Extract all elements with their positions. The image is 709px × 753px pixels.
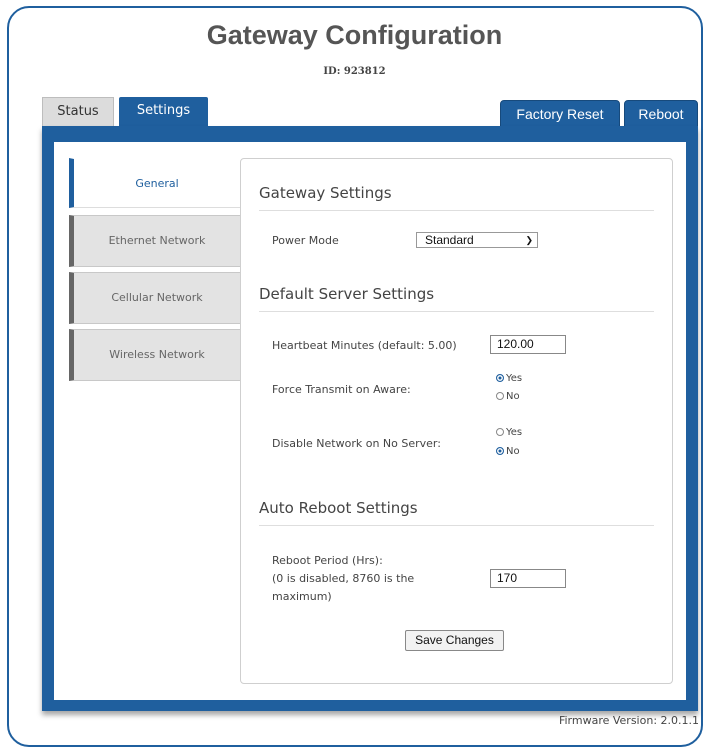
heartbeat-input[interactable]: 120.00	[490, 335, 566, 354]
reboot-period-label-line2: (0 is disabled, 8760 is the	[272, 572, 415, 585]
reboot-button[interactable]: Reboot	[624, 100, 698, 127]
power-mode-value: Standard	[425, 233, 474, 247]
chevron-down-icon: ❯	[525, 235, 533, 245]
radio-unselected-icon	[496, 392, 504, 400]
disable-network-no-label: No	[506, 446, 520, 457]
gateway-id: ID: 923812	[323, 66, 386, 77]
auto-reboot-settings-heading: Auto Reboot Settings	[259, 499, 654, 526]
disable-network-yes-label: Yes	[506, 427, 523, 438]
tab-settings[interactable]: Settings	[119, 97, 208, 127]
disable-network-label: Disable Network on No Server:	[272, 437, 441, 450]
power-mode-label: Power Mode	[272, 234, 339, 247]
reboot-period-label-line1: Reboot Period (Hrs):	[272, 554, 383, 567]
save-changes-button[interactable]: Save Changes	[405, 630, 504, 651]
default-server-settings-heading: Default Server Settings	[259, 285, 654, 312]
force-transmit-no-label: No	[506, 391, 520, 402]
force-transmit-label: Force Transmit on Aware:	[272, 383, 411, 396]
power-mode-select[interactable]: Standard ❯	[416, 232, 538, 248]
gateway-settings-heading: Gateway Settings	[259, 184, 654, 211]
firmware-version: Firmware Version: 2.0.1.1	[558, 714, 699, 727]
disable-network-yes-radio[interactable]: Yes	[496, 427, 522, 439]
force-transmit-yes-radio[interactable]: Yes	[496, 373, 522, 385]
reboot-period-label-line3: maximum)	[272, 590, 332, 603]
factory-reset-button[interactable]: Factory Reset	[500, 100, 620, 127]
disable-network-no-radio[interactable]: No	[496, 446, 520, 458]
page-title: Gateway Configuration	[206, 20, 503, 50]
sidebar-item-ethernet-network[interactable]: Ethernet Network	[69, 215, 241, 267]
sidebar-item-wireless-network[interactable]: Wireless Network	[69, 329, 241, 381]
radio-selected-icon	[496, 447, 504, 455]
force-transmit-no-radio[interactable]: No	[496, 391, 520, 403]
heartbeat-label: Heartbeat Minutes (default: 5.00)	[272, 339, 457, 352]
radio-selected-icon	[496, 374, 504, 382]
sidebar-item-cellular-network[interactable]: Cellular Network	[69, 272, 241, 324]
tab-status[interactable]: Status	[42, 97, 114, 127]
radio-unselected-icon	[496, 428, 504, 436]
sidebar-item-general[interactable]: General	[69, 158, 241, 208]
reboot-period-input[interactable]: 170	[490, 569, 566, 588]
force-transmit-yes-label: Yes	[506, 373, 523, 384]
